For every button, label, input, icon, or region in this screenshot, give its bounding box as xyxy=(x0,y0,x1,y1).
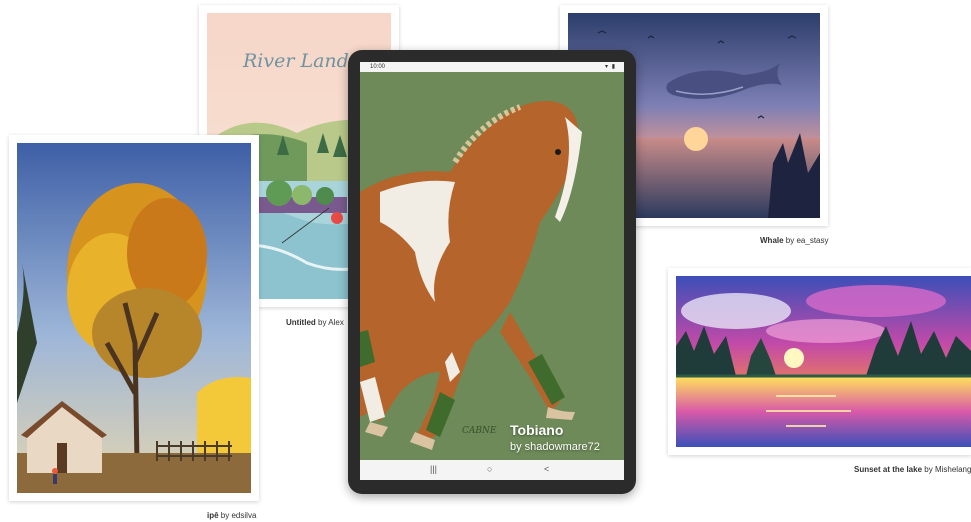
caption-artist: ea_stasy xyxy=(796,236,829,245)
caption-by: by xyxy=(785,236,795,245)
caption-by: by xyxy=(924,465,933,474)
status-icons: ▾ ▮ xyxy=(605,64,616,70)
artwork-image-sunset-lake xyxy=(676,276,971,447)
navigation-bar: ||| ○ < xyxy=(360,460,624,480)
status-bar: 10:00 ▾ ▮ xyxy=(360,62,624,72)
caption-ipe: ipê by edsilva xyxy=(207,511,256,520)
caption-river-landscape: Untitled by Alex xyxy=(286,318,344,327)
caption-artist: Mishelangello xyxy=(934,465,971,474)
caption-title: Untitled xyxy=(286,318,316,327)
caption-sunset-lake: Sunset at the lake by Mishelangello xyxy=(854,465,971,474)
artwork-image-ipe xyxy=(17,143,251,493)
horse-artwork xyxy=(360,101,582,450)
caption-title: Sunset at the lake xyxy=(854,465,923,474)
tablet-screen: 10:00 ▾ ▮ CABNE Tobiano by shadowmare72 … xyxy=(360,62,624,480)
caption-artist: edsilva xyxy=(231,511,257,520)
artwork-card-ipe[interactable] xyxy=(9,135,259,501)
home-button[interactable]: ○ xyxy=(487,464,492,474)
caption-artist: Alex xyxy=(328,318,344,327)
recents-button[interactable]: ||| xyxy=(430,464,437,474)
caption-title: Whale xyxy=(760,236,784,245)
caption-whale: Whale by ea_stasy xyxy=(760,236,829,245)
artwork-title: Tobiano xyxy=(510,422,564,438)
status-time: 10:00 xyxy=(370,64,386,70)
artwork-credit: by shadowmare72 xyxy=(510,441,600,453)
tablet-device: 10:00 ▾ ▮ CABNE Tobiano by shadowmare72 … xyxy=(348,50,636,494)
caption-by: by xyxy=(220,511,230,520)
caption-title: ipê xyxy=(207,511,219,520)
back-button[interactable]: < xyxy=(544,464,549,474)
caption-by: by xyxy=(318,318,327,327)
signature-text: CABNE xyxy=(462,426,497,436)
artwork-card-sunset-lake[interactable] xyxy=(668,268,971,455)
